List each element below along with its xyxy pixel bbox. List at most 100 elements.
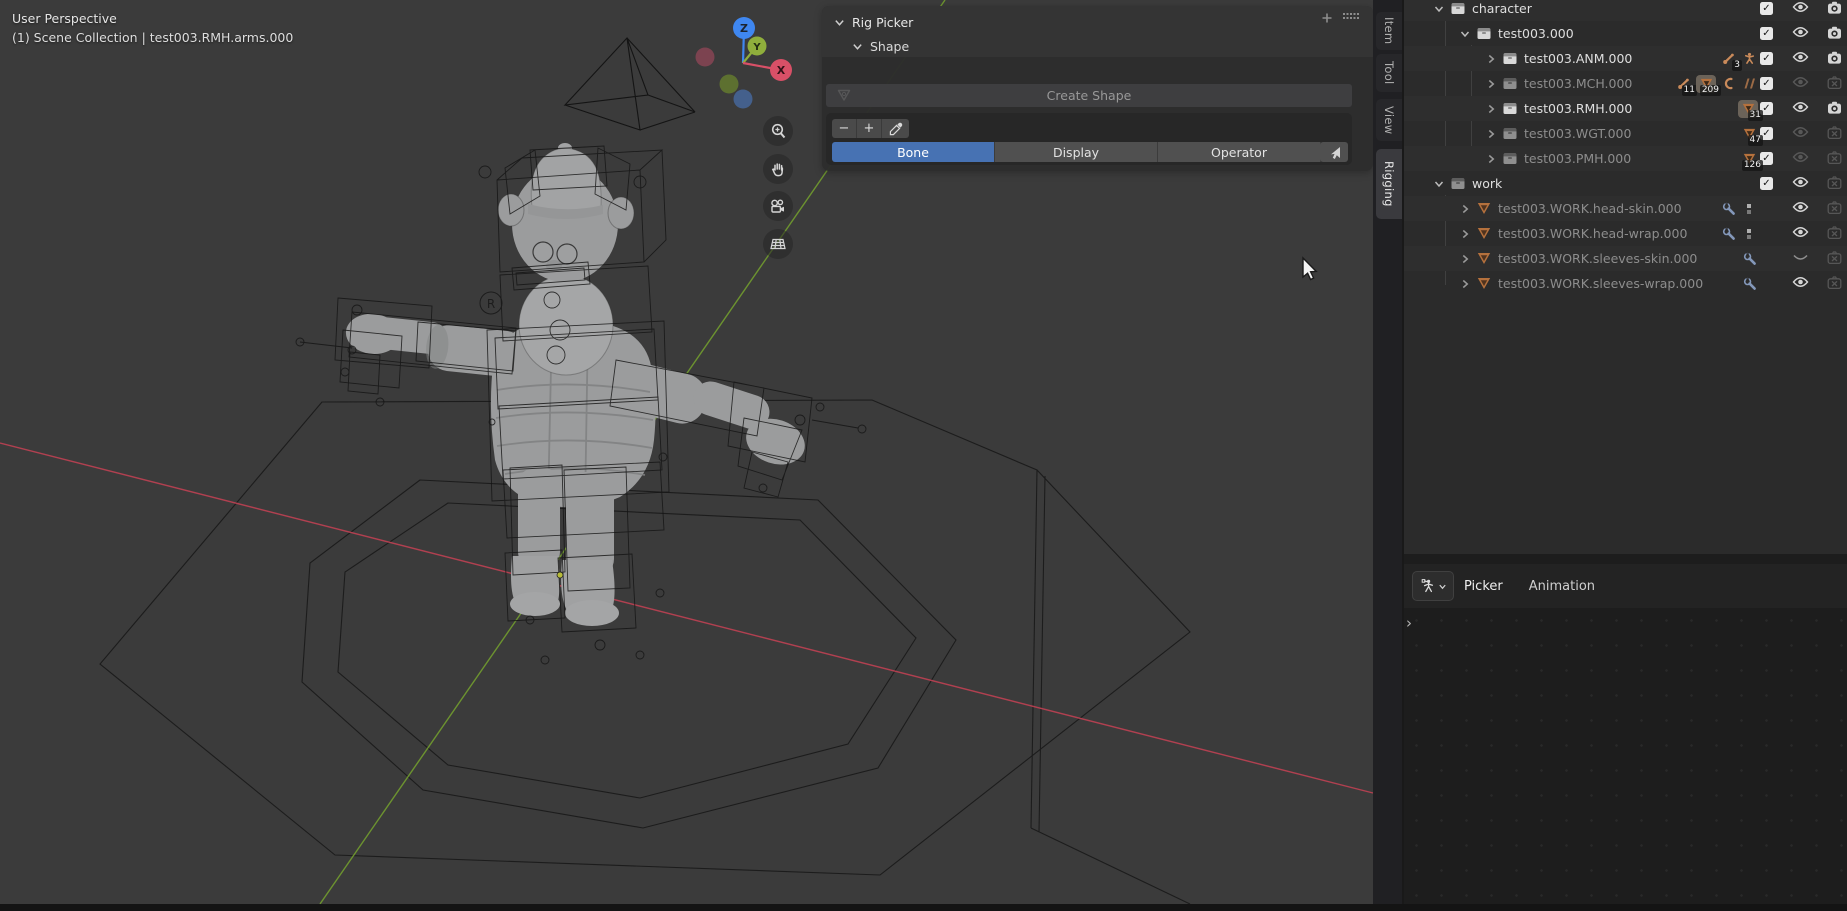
outliner-item-label[interactable]: test003.RMH.000 <box>1524 101 1632 116</box>
hide-eye-toggle[interactable] <box>1792 251 1809 266</box>
outliner-row[interactable]: test003.WORK.head-skin.000 <box>1404 196 1847 221</box>
outliner-row[interactable]: test003.PMH.000126✓ <box>1404 146 1847 171</box>
render-camera-toggle[interactable] <box>1827 26 1842 42</box>
gizmo-y-positive[interactable]: Y <box>748 37 767 56</box>
plus-icon[interactable] <box>1321 12 1333 24</box>
outliner-row[interactable]: test003.WORK.head-wrap.000 <box>1404 221 1847 246</box>
gizmo-x-negative[interactable] <box>696 48 715 67</box>
editor-type-button[interactable] <box>1412 571 1454 601</box>
outliner-row[interactable]: character ✓ <box>1404 0 1847 21</box>
chevron-down-icon[interactable] <box>1430 178 1448 190</box>
chevron-right-icon[interactable] <box>1482 153 1500 165</box>
hide-eye-toggle[interactable] <box>1792 151 1809 166</box>
sidebar-tab-item[interactable]: Item <box>1376 12 1402 50</box>
rig-picker-tab-bone[interactable]: Bone <box>832 142 995 162</box>
render-camera-toggle[interactable] <box>1827 251 1842 267</box>
shape-section-header[interactable]: Shape <box>852 34 909 58</box>
tool-cursor-button[interactable] <box>1320 142 1348 162</box>
exclude-checkbox[interactable]: ✓ <box>1760 177 1773 190</box>
add-button[interactable]: + <box>857 119 882 138</box>
rig-picker-tab-operator[interactable]: Operator <box>1158 142 1321 162</box>
remove-button[interactable]: − <box>832 119 857 138</box>
hide-eye-toggle[interactable] <box>1792 76 1809 91</box>
chevron-down-icon[interactable] <box>1456 28 1474 40</box>
picker-editor-tab-picker[interactable]: Picker <box>1464 579 1503 594</box>
chevron-right-icon[interactable] <box>1456 253 1474 265</box>
chevron-down-icon[interactable] <box>1430 3 1448 15</box>
exclude-checkbox[interactable]: ✓ <box>1760 77 1773 90</box>
picker-editor[interactable]: Picker Animation › <box>1402 554 1847 904</box>
gizmo-y-negative[interactable] <box>720 75 739 94</box>
hide-eye-toggle[interactable] <box>1792 126 1809 141</box>
picker-editor-tab-animation[interactable]: Animation <box>1529 579 1595 594</box>
outliner-editor[interactable]: character✓test003.000✓test003.ANM.0003✓t… <box>1402 0 1847 554</box>
rig-picker-tab-display[interactable]: Display <box>995 142 1158 162</box>
render-camera-toggle[interactable] <box>1827 101 1842 117</box>
outliner-item-label[interactable]: test003.WORK.sleeves-wrap.000 <box>1498 276 1703 291</box>
render-camera-toggle[interactable] <box>1827 176 1842 192</box>
exclude-checkbox[interactable]: ✓ <box>1760 2 1773 15</box>
outliner-item-label[interactable]: work <box>1472 176 1502 191</box>
hide-eye-toggle[interactable] <box>1792 26 1809 41</box>
hide-eye-toggle[interactable] <box>1792 226 1809 241</box>
hide-eye-toggle[interactable] <box>1792 51 1809 66</box>
hide-eye-toggle[interactable] <box>1792 201 1809 216</box>
hide-eye-toggle[interactable] <box>1792 276 1809 291</box>
perspective-grid-button[interactable] <box>763 229 793 259</box>
render-camera-toggle[interactable] <box>1827 1 1842 17</box>
outliner-item-label[interactable]: test003.WORK.sleeves-skin.000 <box>1498 251 1697 266</box>
outliner-row[interactable]: test003.WORK.sleeves-wrap.000 <box>1404 271 1847 296</box>
outliner-item-label[interactable]: test003.WORK.head-wrap.000 <box>1498 226 1687 241</box>
sidebar-tab-rigging[interactable]: Rigging <box>1376 149 1402 219</box>
chevron-right-icon[interactable] <box>1456 228 1474 240</box>
outliner-item-label[interactable]: test003.WORK.head-skin.000 <box>1498 201 1682 216</box>
render-camera-toggle[interactable] <box>1827 126 1842 142</box>
pan-tool-button[interactable] <box>763 154 793 184</box>
navigation-gizmo[interactable]: Z Y X <box>690 8 800 118</box>
3d-viewport[interactable]: R User Perspective (1) Scene Collection … <box>0 0 1402 904</box>
chevron-right-icon[interactable] <box>1482 53 1500 65</box>
outliner-row[interactable]: test003.ANM.0003✓ <box>1404 46 1847 71</box>
gizmo-z-positive[interactable]: Z <box>733 17 755 39</box>
outliner-item-label[interactable]: test003.000 <box>1498 26 1574 41</box>
camera-view-button[interactable] <box>763 191 793 221</box>
hide-eye-toggle[interactable] <box>1792 101 1809 116</box>
zoom-tool-button[interactable] <box>763 116 793 146</box>
gizmo-z-negative[interactable] <box>734 90 753 109</box>
picker-editor-canvas[interactable] <box>1404 608 1847 904</box>
hide-eye-toggle[interactable] <box>1792 1 1809 16</box>
outliner-row[interactable]: test003.000 ✓ <box>1404 21 1847 46</box>
outliner-row[interactable]: test003.WORK.sleeves-skin.000 <box>1404 246 1847 271</box>
render-camera-toggle[interactable] <box>1827 226 1842 242</box>
exclude-checkbox[interactable]: ✓ <box>1760 52 1773 65</box>
render-camera-toggle[interactable] <box>1827 151 1842 167</box>
region-expand-chevron[interactable]: › <box>1406 614 1412 632</box>
chevron-right-icon[interactable] <box>1456 278 1474 290</box>
outliner-row[interactable]: test003.WGT.00047✓ <box>1404 121 1847 146</box>
hide-eye-toggle[interactable] <box>1792 176 1809 191</box>
render-camera-toggle[interactable] <box>1827 76 1842 92</box>
exclude-checkbox[interactable]: ✓ <box>1760 27 1773 40</box>
gizmo-x-positive[interactable]: X <box>770 59 792 81</box>
outliner-item-label[interactable]: character <box>1472 1 1532 16</box>
sidebar-tab-view[interactable]: View <box>1376 99 1402 141</box>
chevron-right-icon[interactable] <box>1482 78 1500 90</box>
render-camera-toggle[interactable] <box>1827 201 1842 217</box>
outliner-item-label[interactable]: test003.WGT.000 <box>1524 126 1631 141</box>
outliner-row[interactable]: test003.MCH.00011209✓ <box>1404 71 1847 96</box>
rig-picker-title-row[interactable]: Rig Picker <box>834 10 913 34</box>
r-bone-marker[interactable]: R <box>480 292 502 314</box>
chevron-right-icon[interactable] <box>1456 203 1474 215</box>
eyedropper-button[interactable] <box>882 119 909 138</box>
chevron-right-icon[interactable] <box>1482 103 1500 115</box>
outliner-item-label[interactable]: test003.ANM.000 <box>1524 51 1632 66</box>
outliner-item-label[interactable]: test003.MCH.000 <box>1524 76 1632 91</box>
drag-grip-icon[interactable] <box>1343 13 1359 23</box>
outliner-row[interactable]: work ✓ <box>1404 171 1847 196</box>
render-camera-toggle[interactable] <box>1827 276 1842 292</box>
sidebar-tab-tool[interactable]: Tool <box>1376 54 1402 92</box>
outliner-item-label[interactable]: test003.PMH.000 <box>1524 151 1631 166</box>
create-shape-button[interactable]: Create Shape <box>826 84 1352 107</box>
render-camera-toggle[interactable] <box>1827 51 1842 67</box>
outliner-row[interactable]: test003.RMH.00031✓ <box>1404 96 1847 121</box>
